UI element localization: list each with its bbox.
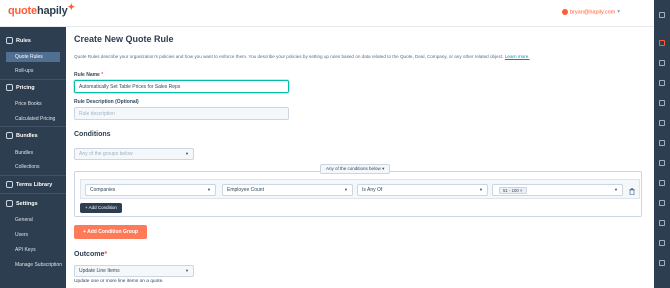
user-menu[interactable]: bryan@hapily.com ▾ (562, 9, 620, 15)
outcome-select[interactable]: Update Line Items ▼ (74, 265, 194, 277)
sidebar-item-users[interactable]: Users (6, 230, 60, 240)
bundles-icon (6, 132, 13, 139)
chevron-down-icon: ▼ (185, 268, 189, 273)
right-rail (654, 0, 670, 288)
trash-icon[interactable] (629, 188, 635, 195)
top-bar: quotehapily✦ bryan@hapily.com ▾ (0, 0, 654, 27)
rule-description-input[interactable] (74, 107, 289, 120)
learn-more-link[interactable]: Learn more. (505, 54, 530, 59)
add-condition-button[interactable]: + Add Condition (80, 203, 122, 213)
sidebar-item-general[interactable]: General (6, 215, 60, 225)
rail-icon[interactable] (659, 80, 665, 86)
rail-icon[interactable] (659, 260, 665, 266)
rail-icon[interactable] (659, 120, 665, 126)
outcome-helper-text: Update one or more line items on a quote… (74, 279, 164, 284)
sidebar-divider (0, 193, 66, 194)
chevron-down-icon: ▾ (382, 166, 385, 171)
sidebar-section-pricing: Pricing (6, 84, 35, 91)
sidebar-item-quote-rules[interactable]: Quote Rules (6, 52, 60, 62)
chevron-down-icon: ▾ (617, 9, 620, 16)
condition-row: Companies ▼ Employee Count ▼ Is Any Of ▼… (80, 179, 640, 199)
sidebar: Rules Quote Rules Roll-ups Pricing Price… (0, 27, 66, 288)
groups-logic-select[interactable]: Any of the groups below ▼ (74, 148, 194, 160)
chevron-down-icon: ▼ (185, 151, 189, 156)
rules-icon (6, 37, 13, 44)
sidebar-item-bundles[interactable]: Bundles (6, 148, 60, 158)
page-description: Quote Rules describe your organization's… (74, 54, 530, 59)
rail-icon[interactable] (659, 240, 665, 246)
rule-name-label: Rule Name * (74, 72, 104, 78)
chevron-down-icon: ▼ (614, 187, 618, 192)
sidebar-section-bundles: Bundles (6, 132, 38, 139)
user-email: bryan@hapily.com (570, 9, 616, 16)
conditions-logic-select[interactable]: Any of the conditions below ▾ (320, 164, 391, 174)
sidebar-item-price-books[interactable]: Price Books (6, 99, 60, 109)
quotehapily-logo[interactable]: quotehapily✦ (8, 2, 76, 17)
sidebar-section-settings: Settings (6, 200, 38, 207)
rail-icon[interactable] (659, 160, 665, 166)
rail-icon[interactable] (659, 200, 665, 206)
sidebar-item-calculated-pricing[interactable]: Calculated Pricing (6, 114, 60, 124)
value-tag: 51 - 100 × (499, 187, 527, 194)
sidebar-item-roll-ups[interactable]: Roll-ups (6, 66, 60, 76)
sidebar-divider (0, 126, 66, 127)
condition-operator-select[interactable]: Is Any Of ▼ (357, 184, 488, 196)
tag-remove-icon[interactable]: × (520, 188, 523, 193)
sidebar-item-api-keys[interactable]: API Keys (6, 245, 60, 255)
rail-icon[interactable] (659, 220, 665, 226)
add-condition-group-button[interactable]: + Add Condition Group (74, 225, 147, 239)
sidebar-section-rules: Rules (6, 37, 31, 44)
rule-description-label: Rule Description (Optional) (74, 99, 139, 105)
rail-icon[interactable] (659, 12, 665, 18)
rail-icon[interactable] (659, 140, 665, 146)
sidebar-divider (0, 79, 66, 80)
conditions-heading: Conditions (74, 131, 111, 138)
sidebar-item-manage-subscription[interactable]: Manage Subscription (6, 260, 62, 270)
chevron-down-icon: ▼ (344, 187, 348, 192)
condition-object-select[interactable]: Companies ▼ (85, 184, 216, 196)
sidebar-section-terms-library[interactable]: Terms Library (6, 181, 52, 188)
user-avatar-icon (562, 9, 568, 15)
page-title: Create New Quote Rule (74, 34, 174, 44)
terms-library-icon (6, 181, 13, 188)
rail-icon[interactable] (659, 180, 665, 186)
sidebar-divider (0, 175, 66, 176)
chevron-down-icon: ▼ (207, 187, 211, 192)
outcome-heading: Outcome* (74, 251, 108, 258)
sidebar-item-collections[interactable]: Collections (6, 162, 60, 172)
settings-gear-icon (6, 200, 13, 207)
rule-name-input[interactable] (74, 80, 289, 93)
rail-hubspot-icon[interactable] (659, 40, 665, 46)
chevron-down-icon: ▼ (479, 187, 483, 192)
rail-icon[interactable] (659, 100, 665, 106)
rail-icon[interactable] (659, 60, 665, 66)
condition-value-multiselect[interactable]: 51 - 100 × ▼ (492, 184, 623, 196)
sparkle-icon: ✦ (67, 2, 76, 12)
pricing-icon (6, 84, 13, 91)
main-content: Create New Quote Rule Quote Rules descri… (66, 27, 654, 288)
condition-property-select[interactable]: Employee Count ▼ (222, 184, 353, 196)
